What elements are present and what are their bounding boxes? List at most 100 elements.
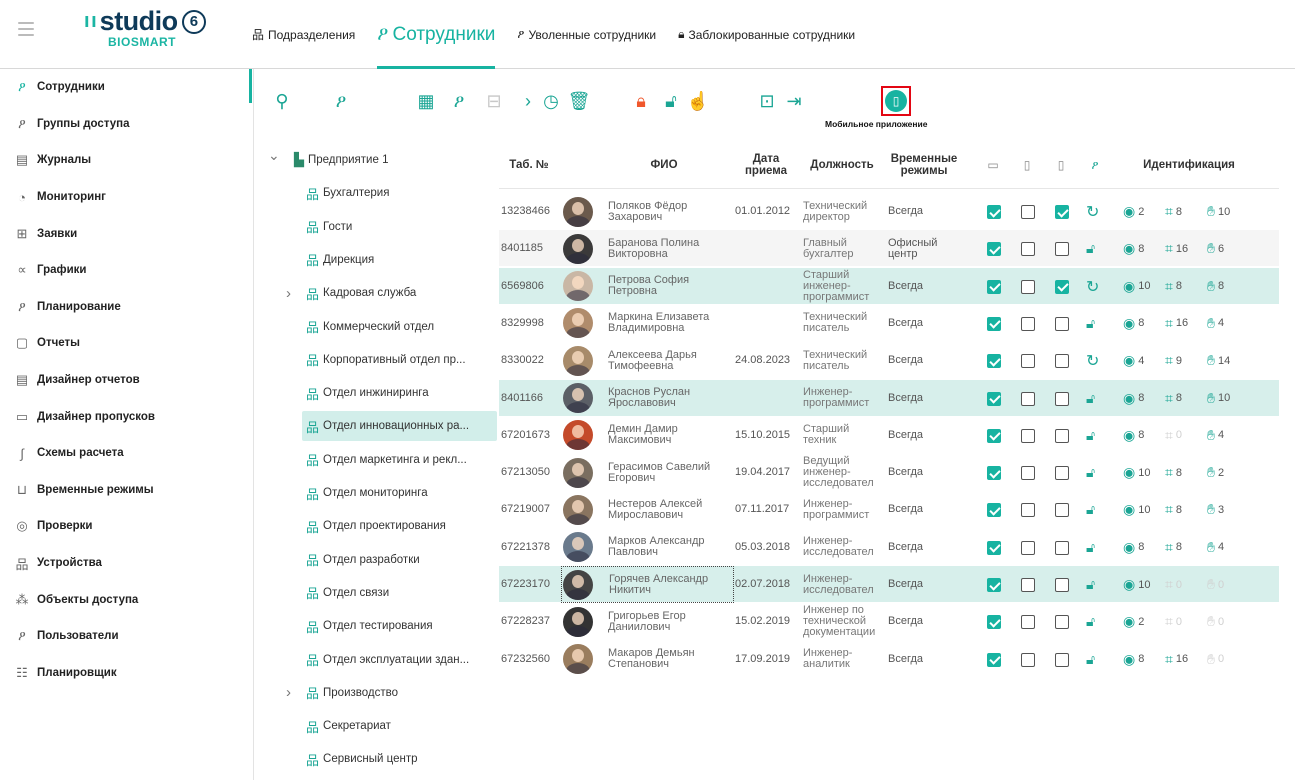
employee-name[interactable]: Горячев Александр Никитич [561,566,734,603]
sidebar-item-13[interactable]: 品 Устройства [0,545,253,582]
tree-node[interactable]: › 品 Производство [286,678,398,708]
tree-node[interactable]: 品 Бухгалтерия [306,178,389,208]
id-checkbox[interactable] [1021,615,1035,630]
sidebar-item-4[interactable]: ⊞ Заявки [0,215,253,252]
sidebar-item-10[interactable]: ∫ Схемы расчета [0,435,253,472]
mobile-checkbox[interactable] [1055,503,1069,518]
unlock-icon[interactable]: 🔓︎ [1086,315,1095,332]
tree-node[interactable]: 品 Отдел мониторинга [306,478,428,508]
nav-tab-1[interactable]: ዖ Сотрудники [377,0,496,69]
menu-icon[interactable] [18,22,34,36]
unlock-icon[interactable]: 🔓︎ [1086,501,1095,518]
employee-name[interactable]: Маркина Елизавета Владимировна [608,305,730,342]
tree-node[interactable]: 品 Коммерческий отдел [306,312,434,342]
table-row[interactable]: 8330022 Алексеева Дарья Тимофеевна 24.08.2… [499,342,1279,380]
table-row[interactable]: 67201673 Демин Дамир Максимович 15.10.2015… [499,417,1279,454]
export-icon[interactable]: ⊡ [755,89,779,113]
chevron-down-icon[interactable]: ⌄ [268,147,280,164]
unlock-icon[interactable]: 🔓︎ [1086,390,1095,407]
sync-icon[interactable]: ↻ [1086,351,1099,371]
employee-name[interactable]: Баранова Полина Викторовна [608,230,730,267]
unlock-icon[interactable]: 🔓︎ [1086,427,1095,444]
move-icon[interactable]: ⊟ [482,89,506,113]
nav-tab-2[interactable]: ዖ Уволенные сотрудники [517,0,656,69]
id-checkbox[interactable] [1021,279,1035,294]
card-checkbox[interactable] [987,652,1001,667]
nav-tab-0[interactable]: 品 Подразделения [252,0,355,69]
header-date[interactable]: Дата приема [737,140,795,189]
employee-name[interactable]: Поляков Фёдор Захарович [608,193,730,230]
tree-node[interactable]: 品 Отдел проектирования [306,511,446,541]
mobile-checkbox[interactable] [1055,279,1069,294]
card-checkbox[interactable] [987,242,1001,257]
sidebar-item-16[interactable]: ☷ Планировщик [0,655,253,692]
table-row[interactable]: 8401166 Краснов Руслан Ярославович Инженер… [499,379,1279,417]
employee-name[interactable]: Макаров Демьян Степанович [608,641,730,678]
sidebar-item-5[interactable]: ∝ Графики [0,252,253,289]
chevron-right-icon[interactable]: › [516,89,540,113]
tree-node[interactable]: 品 Отдел тестирования [306,611,433,641]
sidebar-item-14[interactable]: ⁂ Объекты доступа [0,581,253,618]
tree-node[interactable]: 品 Сервисный центр [306,744,418,774]
table-row[interactable]: 6569806 Петрова София Петровна Старший инж… [499,267,1279,305]
trash-icon[interactable]: 🗑︎ [567,89,591,113]
unlock-icon[interactable]: 🔓︎ [1086,651,1095,668]
table-row[interactable]: 8329998 Маркина Елизавета Владимировна Тех… [499,305,1279,342]
table-row[interactable]: 67221378 Марков Александр Павлович 05.03.2… [499,529,1279,566]
card-checkbox[interactable] [987,279,1001,294]
card-checkbox[interactable] [987,391,1001,406]
header-time-modes[interactable]: Временные режимы [888,140,960,189]
card-check-icon[interactable]: ▦ [414,89,438,113]
id-checkbox[interactable] [1021,466,1035,481]
header-identification[interactable]: Идентификация [1119,140,1259,189]
employee-name[interactable]: Нестеров Алексей Мирославович [608,491,730,528]
tree-node[interactable]: 品 Отдел маркетинга и рекл... [306,445,467,475]
sidebar-item-2[interactable]: ▤ Журналы [0,142,253,179]
tree-node[interactable]: › 品 Кадровая служба [286,278,416,308]
tree-node[interactable]: 品 Корпоративный отдел пр... [306,345,466,375]
employee-name[interactable]: Краснов Руслан Ярославович [608,380,730,417]
sidebar-item-1[interactable]: ዖ Группы доступа [0,106,253,143]
employee-name[interactable]: Герасимов Савелий Егорович [608,454,730,491]
table-row[interactable]: 67232560 Макаров Демьян Степанович 17.09.2… [499,641,1279,678]
card-checkbox[interactable] [987,316,1001,331]
tree-node[interactable]: 品 Секретариат [306,711,391,741]
mobile-checkbox[interactable] [1055,466,1069,481]
nav-tab-3[interactable]: 🔒︎ Заблокированные сотрудники [678,0,855,69]
search-icon[interactable]: ⚲ [270,89,294,113]
card-checkbox[interactable] [987,428,1001,443]
sync-icon[interactable]: ↻ [1086,202,1099,222]
mobile-checkbox[interactable] [1055,354,1069,369]
unlock-icon[interactable]: 🔓︎ [1086,240,1095,257]
sync-icon[interactable]: ↻ [1086,277,1099,297]
id-checkbox[interactable] [1021,391,1035,406]
header-position[interactable]: Должность [803,140,881,189]
mobile-checkbox[interactable] [1055,540,1069,555]
tree-node[interactable]: 品 Отдел связи [306,578,389,608]
sidebar-item-12[interactable]: ◎ Проверки [0,508,253,545]
employee-name[interactable]: Демин Дамир Максимович [608,417,730,454]
table-row[interactable]: 8401185 Баранова Полина Викторовна Главный… [499,230,1279,268]
mobile-checkbox[interactable] [1055,652,1069,667]
tree-node[interactable]: 品 Отдел инжиниринга [306,378,429,408]
id-checkbox[interactable] [1021,316,1035,331]
mobile-checkbox[interactable] [1055,615,1069,630]
chevron-right-icon[interactable]: › [286,684,291,701]
id-checkbox[interactable] [1021,205,1035,219]
mobile-checkbox[interactable] [1055,578,1069,592]
sidebar-item-8[interactable]: ▤ Дизайнер отчетов [0,362,253,399]
sidebar-item-6[interactable]: ዖ Планирование [0,289,253,326]
header-fio[interactable]: ФИО [604,140,724,189]
sidebar-item-15[interactable]: ዖ Пользователи [0,618,253,655]
sidebar-item-11[interactable]: ⊔ Временные режимы [0,472,253,509]
card-checkbox[interactable] [987,540,1001,555]
employee-name[interactable]: Марков Александр Павлович [608,529,730,566]
unlock-icon[interactable]: 🔓︎ [1086,539,1095,556]
history-icon[interactable]: ◷ [539,89,563,113]
tree-node[interactable]: 品 Отдел инновационных ра... [302,411,497,442]
card-checkbox[interactable] [987,578,1001,592]
chevron-right-icon[interactable]: › [286,285,291,302]
unlock-icon[interactable]: 🔓︎ [659,89,683,113]
mobile-app-icon[interactable]: ▯ [881,86,911,116]
id-checkbox[interactable] [1021,354,1035,369]
